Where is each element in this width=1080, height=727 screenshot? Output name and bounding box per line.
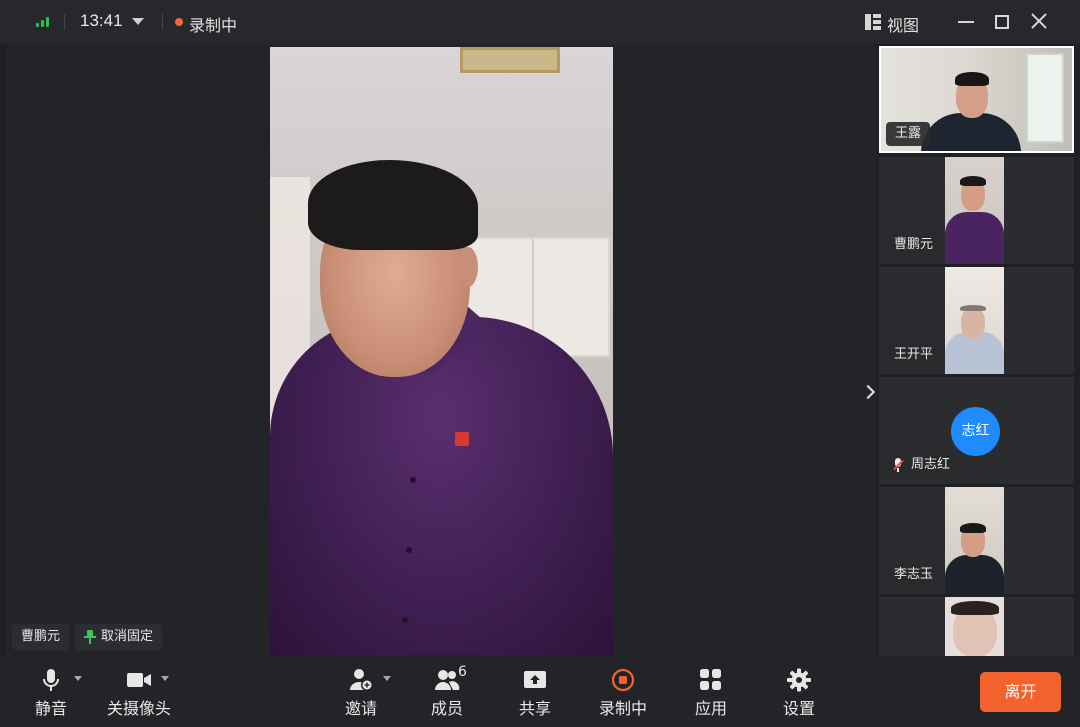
share-screen-icon (524, 671, 546, 688)
add-user-icon (350, 669, 373, 691)
minimize-icon[interactable] (958, 21, 974, 23)
leave-button[interactable]: 离开 (980, 672, 1061, 712)
meeting-time: 13:41 (80, 11, 123, 30)
bottom-toolbar: 静音 关摄像头 邀请 6 成员 共享 录制中 应用 设置 离开 (0, 656, 1080, 727)
share-label: 共享 (518, 699, 551, 718)
mute-label: 静音 (34, 699, 67, 718)
participant-name-muted: 周志红 (885, 453, 960, 477)
chevron-right-icon[interactable] (860, 384, 876, 400)
record-label: 录制中 (598, 699, 647, 718)
invite-label: 邀请 (344, 699, 377, 718)
microphone-icon (43, 669, 59, 691)
members-icon (435, 670, 460, 690)
participant-video (945, 267, 1004, 374)
participant-video (945, 487, 1004, 594)
participant-video (945, 157, 1004, 264)
participant-name: 王开平 (885, 343, 943, 367)
chevron-down-icon[interactable] (383, 676, 391, 681)
recording-status: 录制中 (189, 16, 238, 35)
members-count: 6 (458, 664, 467, 680)
participant-tile[interactable]: 志红 周志红 (879, 377, 1074, 484)
members-label: 成员 (430, 699, 463, 718)
gear-icon (787, 668, 811, 692)
signal-strength-icon[interactable] (36, 16, 49, 27)
camera-label: 关摄像头 (106, 699, 171, 718)
participant-name: 王露 (886, 122, 931, 146)
participant-tile[interactable]: 王露 (879, 46, 1074, 153)
participant-tile[interactable]: 曹鹏元 (879, 157, 1074, 264)
members-button[interactable]: 6 成员 (410, 664, 484, 720)
participant-tile[interactable]: 李志玉 (879, 487, 1074, 594)
main-video-feed[interactable] (270, 47, 613, 655)
meeting-window: 13:41 录制中 视图 曹鹏元 取消固定 王露 曹鹏元 王开平 志红 周志红 … (0, 0, 1080, 727)
pin-icon (84, 630, 96, 644)
view-layout-icon[interactable] (865, 14, 881, 30)
mute-button[interactable]: 静音 (14, 666, 88, 720)
recording-dot-icon (175, 18, 183, 26)
participant-video (945, 597, 1004, 656)
record-icon (611, 668, 635, 692)
participant-name: 周志红 (911, 457, 951, 472)
participant-tile[interactable]: 王开平 (879, 267, 1074, 374)
apps-grid-icon (700, 669, 721, 690)
chevron-down-icon[interactable] (161, 676, 169, 681)
maximize-icon[interactable] (995, 15, 1009, 29)
participant-name: 曹鹏元 (885, 233, 943, 257)
camera-button[interactable]: 关摄像头 (100, 666, 178, 720)
close-icon[interactable] (1030, 12, 1048, 30)
avatar: 志红 (951, 407, 1000, 456)
apps-button[interactable]: 应用 (674, 666, 748, 720)
record-button[interactable]: 录制中 (586, 666, 660, 720)
settings-button[interactable]: 设置 (762, 666, 836, 720)
participant-name: 李志玉 (885, 563, 943, 587)
apps-label: 应用 (694, 699, 727, 718)
settings-label: 设置 (782, 699, 815, 718)
main-video-stage: 曹鹏元 取消固定 (6, 44, 876, 656)
video-camera-icon (127, 673, 151, 687)
chevron-down-icon[interactable] (74, 676, 82, 681)
title-bar: 13:41 录制中 视图 (0, 0, 1080, 44)
mic-muted-icon (893, 458, 904, 472)
view-button[interactable]: 视图 (887, 12, 919, 36)
unpin-label: 取消固定 (101, 629, 154, 644)
invite-button[interactable]: 邀请 (324, 666, 398, 720)
divider (162, 14, 163, 30)
unpin-button[interactable]: 取消固定 (75, 624, 163, 650)
main-participant-name: 曹鹏元 (12, 624, 70, 650)
share-button[interactable]: 共享 (498, 666, 572, 720)
participant-sidebar: 王露 曹鹏元 王开平 志红 周志红 李志玉 (879, 44, 1074, 656)
divider (64, 14, 65, 30)
participant-tile[interactable] (879, 597, 1074, 656)
chevron-down-icon[interactable] (132, 18, 144, 25)
